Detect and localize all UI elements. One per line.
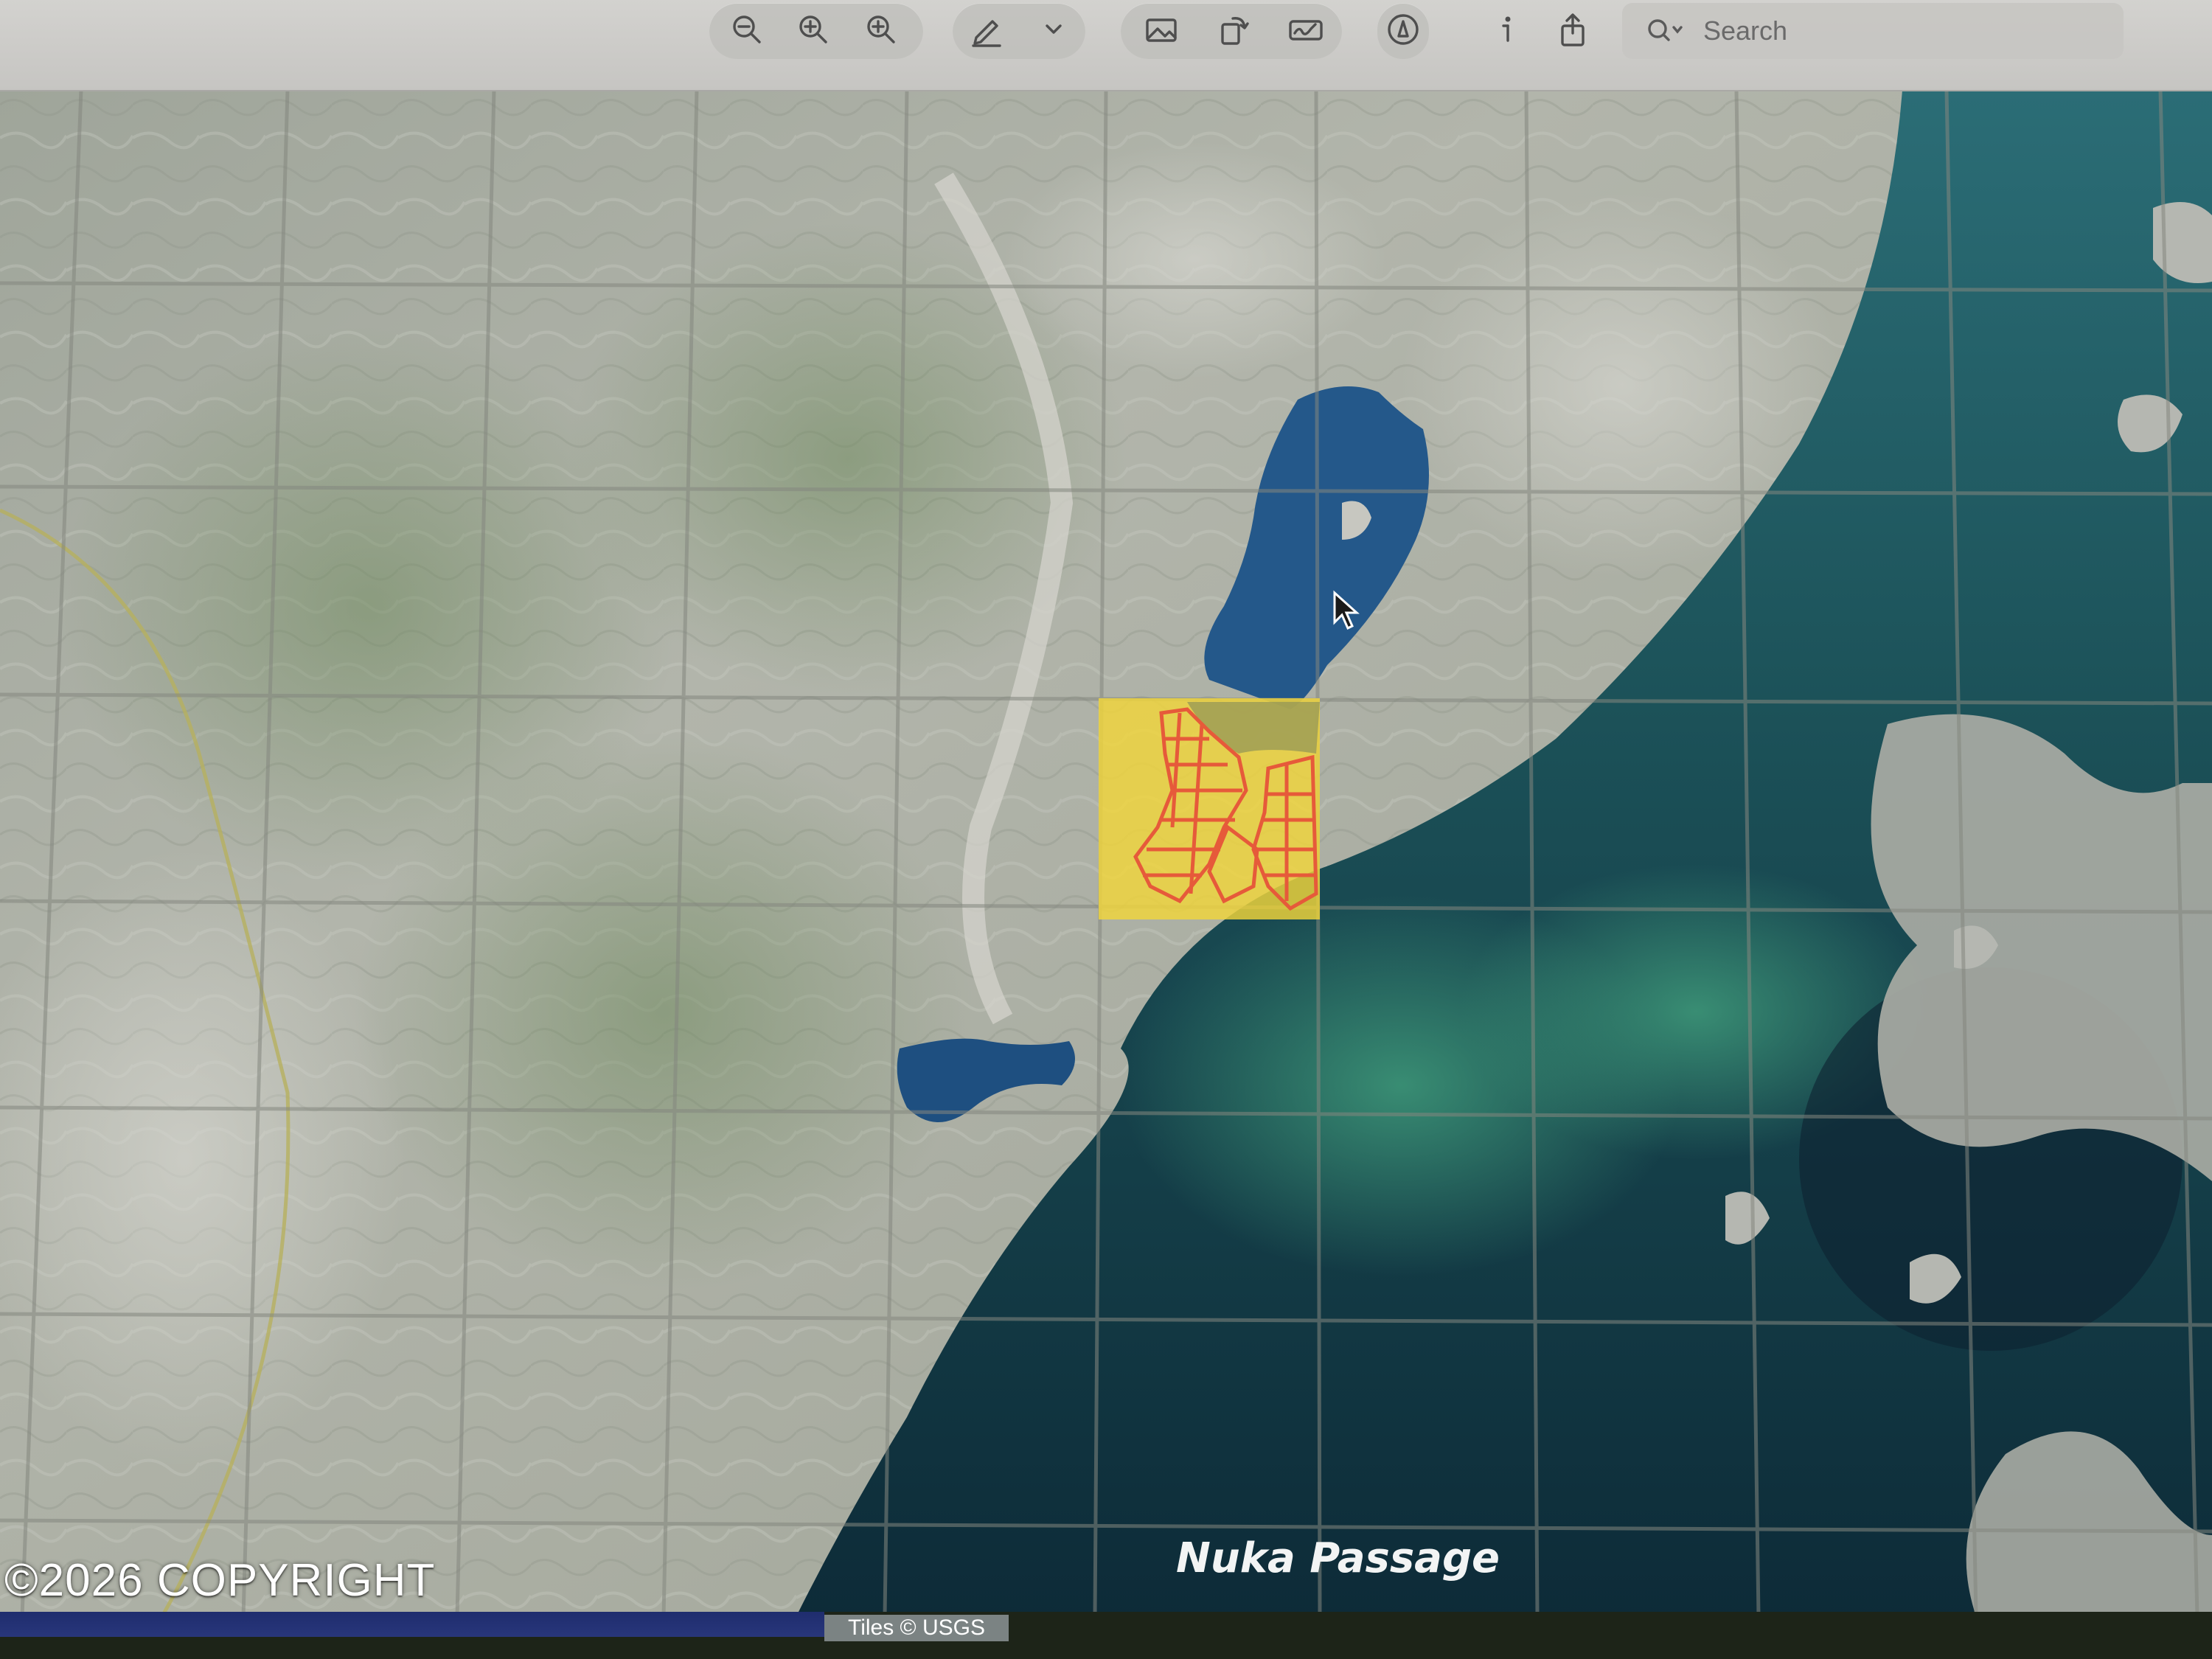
pen-circle-icon: [1388, 14, 1419, 45]
rotate-button[interactable]: [1208, 9, 1259, 50]
markup-button[interactable]: [960, 9, 1012, 50]
markup-menu-button[interactable]: [1028, 9, 1079, 50]
share-button[interactable]: [1547, 9, 1599, 50]
vegetation-patch: [354, 731, 973, 1292]
screen: Nuka Passage ©2026 COPYRIGHT Tiles © USG…: [0, 0, 2212, 1659]
actual-size-button[interactable]: [787, 9, 839, 50]
snow-patch: [1003, 142, 1386, 378]
signature-icon: [1289, 20, 1323, 41]
copyright-watermark: ©2026 COPYRIGHT: [4, 1555, 436, 1606]
highlighted-parcel[interactable]: [1099, 698, 1320, 919]
screen-bezel: [0, 1612, 824, 1637]
image-icon: [1146, 18, 1177, 42]
chevron-down-icon: [1046, 24, 1062, 34]
tiles-attribution: Tiles © USGS: [824, 1615, 1009, 1641]
search-field[interactable]: [1622, 3, 2124, 59]
actual-size-icon: [799, 15, 827, 44]
search-input[interactable]: [1702, 15, 2088, 47]
map-canvas[interactable]: Nuka Passage: [0, 90, 2212, 1616]
zoom-out-button[interactable]: [721, 9, 773, 50]
zoom-out-icon: [733, 15, 761, 44]
image-button[interactable]: [1135, 9, 1187, 50]
pencil-icon: [972, 20, 1001, 47]
rotate-icon: [1221, 17, 1249, 45]
search-icon: [1648, 19, 1683, 41]
map-view[interactable]: Nuka Passage: [0, 90, 2212, 1616]
zoom-in-button[interactable]: [855, 9, 907, 50]
info-button[interactable]: [1482, 9, 1534, 50]
zoom-in-icon: [867, 15, 895, 44]
annotate-button[interactable]: [1377, 9, 1429, 50]
viewer-toolbar: [0, 0, 2212, 91]
info-icon: [1502, 16, 1511, 42]
bottom-photo-edge: [0, 1612, 2212, 1659]
nuka-passage-label: Nuka Passage: [1176, 1534, 1500, 1582]
signature-button[interactable]: [1280, 9, 1332, 50]
share-icon: [1561, 13, 1585, 46]
